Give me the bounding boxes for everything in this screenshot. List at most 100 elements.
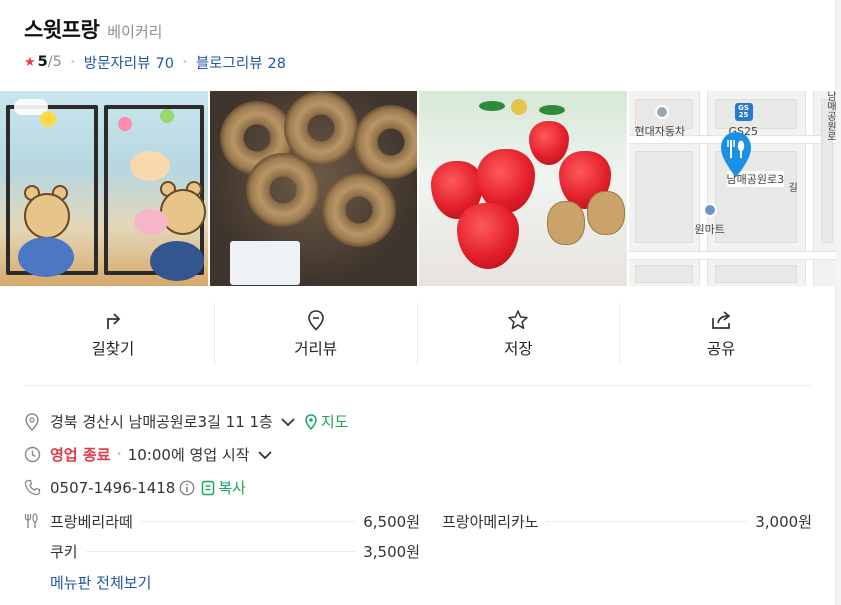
rating-score: 5 (37, 54, 48, 70)
expand-hours-button[interactable] (257, 446, 272, 464)
action-label: 저장 (504, 340, 533, 358)
copy-phone-button[interactable]: 복사 (201, 477, 246, 498)
chevron-down-icon (281, 417, 295, 426)
menu-item: 프랑베리라떼 6,500원 (50, 511, 420, 532)
copy-label: 복사 (218, 479, 246, 497)
meta-separator: • (69, 56, 76, 68)
menu-section: 프랑베리라떼 6,500원 프랑아메리카노 3,000원 쿠키 3,500원 메… (24, 506, 812, 593)
place-name: 스윗프랑 (24, 18, 100, 42)
map-poi-icon (702, 203, 717, 217)
cake-decal (134, 209, 168, 235)
map-label-poi-3: 원마트 (694, 223, 725, 236)
map-link[interactable]: 지도 (305, 411, 349, 432)
bear-cookie (587, 191, 625, 235)
location-pin-icon (307, 310, 324, 331)
strawberry-cake-photo[interactable] (419, 91, 627, 286)
address-pin-icon (24, 412, 50, 431)
menu-item: 프랑아메리카노 3,000원 (442, 511, 812, 532)
rating-row: ★ 5 /5 • 방문자리뷰 70 • 블로그리뷰 28 (24, 49, 811, 75)
window-decal (160, 109, 174, 123)
donut-item (245, 153, 320, 227)
donuts-photo[interactable] (209, 91, 417, 286)
action-label: 공유 (706, 340, 736, 358)
photo-strip: 현대자동차 GS 25 GS25 남매공원로3 길 원마트 남매공원로 (0, 91, 836, 286)
menu-cutlery-icon (24, 513, 50, 529)
directions-icon (106, 313, 121, 329)
save-button[interactable]: 저장 (418, 303, 621, 365)
share-button[interactable]: 공유 (620, 303, 822, 365)
ornament (511, 99, 527, 115)
address-row: 경북 경산시 남매공원로3길 11 1층 지도 (24, 405, 812, 438)
address-text: 경북 경산시 남매공원로3길 11 1층 (50, 413, 273, 431)
menu-leader (546, 520, 748, 522)
map-block (634, 151, 693, 243)
place-header: 스윗프랑 베이커리 ★ 5 /5 • 방문자리뷰 70 • 블로그리뷰 28 (24, 14, 811, 75)
window-decal (118, 117, 132, 131)
map-thumbnail[interactable]: 현대자동차 GS 25 GS25 남매공원로3 길 원마트 남매공원로 (628, 91, 836, 286)
map-link-label: 지도 (320, 413, 349, 431)
section-divider (24, 385, 812, 386)
visitor-reviews-count: 70 (155, 55, 174, 72)
visitor-reviews-link[interactable]: 방문자리뷰 70 (84, 52, 174, 73)
blog-reviews-count: 28 (267, 55, 286, 72)
phone-number[interactable]: 0507-1496-1418 (50, 479, 175, 497)
blog-reviews-label: 블로그리뷰 (195, 55, 263, 72)
business-status: 영업 종료 (50, 446, 111, 464)
business-hours: 10:00에 영업 시작 (127, 446, 250, 464)
leaf-decoration (479, 101, 505, 111)
menu-item-price: 6,500원 (363, 512, 420, 531)
status-separator: • (116, 449, 122, 460)
menu-item: 쿠키 3,500원 (50, 541, 420, 562)
phone-icon (24, 479, 50, 496)
menu-item-name: 프랑베리라떼 (50, 512, 133, 531)
gs25-icon: GS 25 (734, 103, 753, 121)
street-view-button[interactable]: 거리뷰 (215, 303, 418, 365)
hours-row: 영업 종료 • 10:00에 영업 시작 (24, 438, 812, 471)
menu-item-price: 3,000원 (755, 512, 812, 531)
rating-max: /5 (47, 54, 62, 70)
map-label-right-edge: 남매공원로 (824, 91, 836, 141)
directions-button[interactable]: 길찾기 (12, 303, 215, 365)
copy-icon (202, 480, 215, 495)
menu-item-name: 프랑아메리카노 (442, 512, 539, 531)
visitor-reviews-label: 방문자리뷰 (83, 55, 151, 72)
view-full-menu-link[interactable]: 메뉴판 전체보기 (50, 572, 812, 593)
strawberry (457, 203, 519, 269)
place-category: 베이커리 (107, 23, 163, 41)
bear-cookie (547, 201, 585, 245)
menu-leader (140, 520, 356, 522)
chandelier-glow (130, 151, 170, 181)
action-label: 길찾기 (91, 340, 135, 358)
menu-item-price: 3,500원 (363, 542, 420, 561)
map-label-poi-1: 현대자동차 (634, 125, 686, 138)
blog-reviews-link[interactable]: 블로그리뷰 28 (196, 52, 286, 73)
map-pin-icon (720, 132, 751, 177)
map-block (634, 265, 693, 283)
menu-row: 프랑베리라떼 6,500원 프랑아메리카노 3,000원 (24, 506, 812, 536)
map-road (628, 251, 836, 260)
map-label-road-suffix: 길 (788, 183, 798, 194)
donut-item (353, 105, 417, 179)
expand-address-button[interactable] (281, 413, 295, 431)
star-icon (508, 310, 529, 330)
map-pin-green-icon (305, 413, 317, 430)
action-label: 거리뷰 (294, 340, 338, 358)
menu-row: 쿠키 3,500원 (24, 536, 812, 566)
chevron-down-icon (257, 450, 272, 459)
store-window-photo[interactable] (0, 91, 208, 286)
window-decal (40, 111, 56, 127)
donut-item (321, 173, 396, 247)
menu-leader (85, 550, 356, 552)
map-block (714, 265, 797, 283)
bear-decal (24, 193, 70, 239)
rating-star-icon: ★ (24, 54, 36, 70)
phone-row: 0507-1496-1418 복사 (24, 471, 812, 504)
info-circle-icon (179, 480, 195, 495)
phone-info-button[interactable] (179, 480, 195, 496)
bear-decal (18, 237, 74, 277)
map-poi-icon (654, 105, 669, 119)
action-bar: 길찾기 거리뷰 저장 공유 (12, 303, 822, 365)
leaf-decoration (539, 105, 565, 115)
info-section: 경북 경산시 남매공원로3길 11 1층 지도 영업 종료 • 10:00에 영… (24, 405, 812, 504)
bear-decal (150, 241, 204, 281)
